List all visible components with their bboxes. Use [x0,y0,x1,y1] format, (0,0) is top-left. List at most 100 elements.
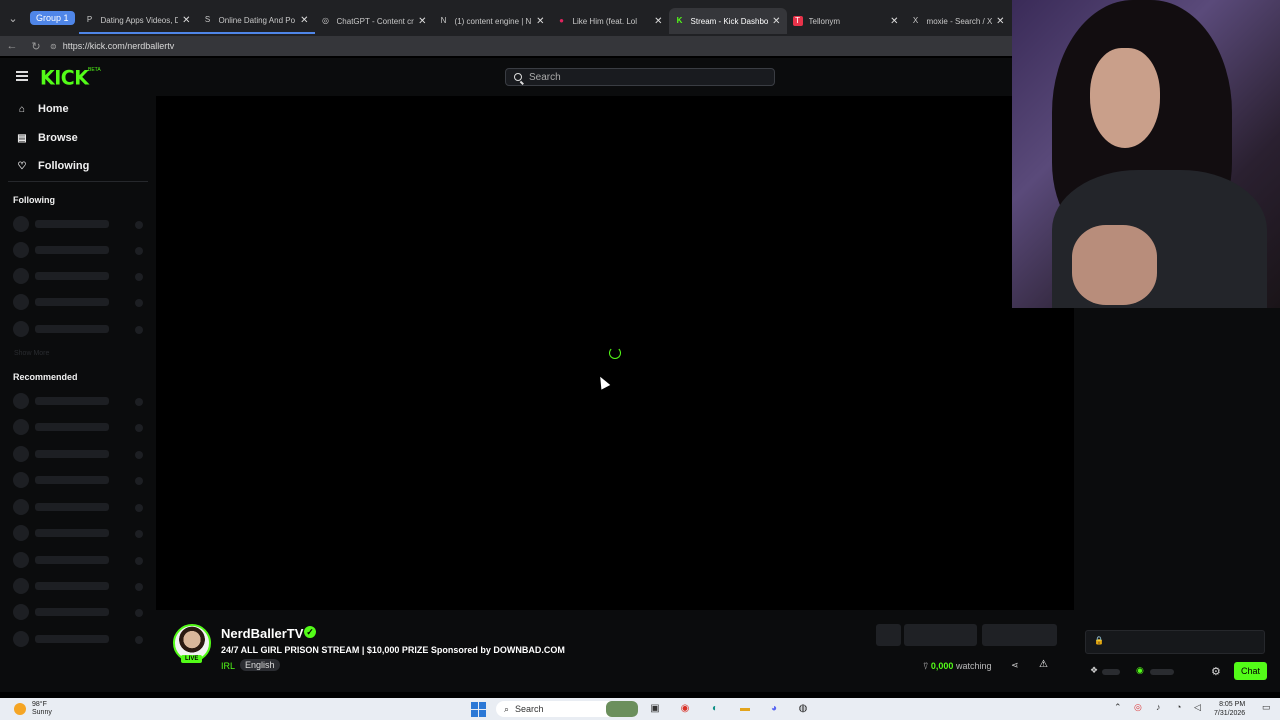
browser-tab[interactable]: N (1) content engine | N ✕ [433,8,551,34]
browser-tab[interactable]: P Dating Apps Videos, D ✕ [78,8,197,34]
sidebar-divider [8,181,148,182]
close-tab-icon[interactable]: ✕ [996,16,1004,27]
chat-input[interactable]: 🔒 [1085,630,1265,654]
category-link[interactable]: IRL [221,661,235,671]
emote-icon[interactable]: ❖ [1090,665,1098,677]
heart-icon: ♡ [17,160,27,172]
close-tab-icon[interactable]: ✕ [772,16,780,27]
discord-icon[interactable]: ◕ [766,701,782,717]
home-icon: ⌂ [18,103,26,115]
tab-favicon-icon: ● [559,16,564,25]
tab-title: Online Dating And Po [218,15,296,25]
close-tab-icon[interactable]: ✕ [300,15,308,26]
back-icon[interactable]: ← [0,40,24,52]
edge-icon[interactable]: ◐ [707,701,723,717]
task-view-icon[interactable]: ▣ [647,701,663,717]
show-more-link[interactable]: Show More [14,350,49,357]
chrome-icon[interactable]: ◉ [677,701,693,717]
kick-favicon-icon: K [676,16,683,25]
sidebar-item-home[interactable]: ⌂ Home [16,103,69,115]
language-tag[interactable]: English [240,659,280,671]
kick-points-icon[interactable]: ◉ [1136,665,1144,677]
channel-skeleton [13,242,148,258]
reload-icon[interactable]: ↻ [24,40,48,53]
stream-info-bar: LIVE NerdBallerTV ✓ 24/7 ALL GIRL PRISON… [156,610,1074,692]
sun-icon [14,703,26,715]
video-player[interactable] [156,96,1074,610]
browser-tab[interactable]: ● Like Him (feat. Lol ✕ [551,8,669,34]
windows-start-icon[interactable] [470,701,486,717]
tab-group-chip[interactable]: Group 1 [30,11,75,25]
channel-skeleton [13,499,148,515]
network-icon[interactable]: ◔ [1176,702,1181,712]
mouse-cursor-icon [595,374,611,390]
tray-app-icon[interactable]: ◎ [1134,702,1142,713]
channel-skeleton [13,578,148,594]
site-info-icon[interactable]: ⊜ [50,42,57,51]
webcam-overlay [1012,0,1280,308]
notification-icon[interactable]: ▭ [1262,702,1271,713]
browser-tab[interactable]: ◎ ChatGPT - Content cre ✕ [315,8,433,34]
kick-logo[interactable]: KICK [40,66,89,89]
sidebar-item-label: Home [38,103,69,115]
sidebar-item-following[interactable]: ♡ Following [16,160,90,172]
channel-skeleton [13,446,148,462]
browser-tab-active[interactable]: K Stream - Kick Dashboa ✕ [668,8,787,34]
tray-chevron-icon[interactable]: ⌃ [1114,702,1122,713]
stream-title: 24/7 ALL GIRL PRISON STREAM | $10,000 PR… [221,645,565,655]
sidebar-item-browse[interactable]: ▤ Browse [16,132,78,144]
subscribe-button-placeholder[interactable] [982,624,1057,646]
channel-skeleton [13,631,148,647]
search-placeholder: Search [529,71,561,83]
microphone-icon[interactable]: ♪ [1156,702,1161,712]
sidebar-item-label: Following [38,160,90,172]
tab-title: (1) content engine | N [454,16,532,26]
chat-send-button[interactable]: Chat [1234,662,1267,680]
search-input[interactable]: Search [505,68,775,86]
menu-icon[interactable] [16,71,28,81]
close-tab-icon[interactable]: ✕ [182,15,190,26]
clock-time: 8:05 PM [1219,701,1246,708]
follow-button-placeholder[interactable] [904,624,977,646]
report-icon[interactable]: ⚠ [1039,659,1048,670]
file-explorer-icon[interactable]: ▬ [737,701,753,717]
weather-widget[interactable]: 98°F Sunny [14,701,52,717]
weather-temp: 98°F [32,701,47,708]
tab-search-icon[interactable]: ⌄ [0,0,26,36]
channel-skeleton [13,525,148,541]
chat-settings-gear-icon[interactable]: ⚙ [1211,665,1221,678]
tab-title: moxie - Search / X [926,16,993,26]
browser-tab[interactable]: Xmoxie - Search / X ✕ [905,8,1011,34]
volume-icon[interactable]: ◁ [1194,702,1201,713]
chat-panel: 🔒 ❖ ◉ ⚙ Chat [1074,308,1280,692]
action-button-placeholder[interactable] [876,624,901,646]
viewer-count-value: 0,000 [930,661,954,671]
close-tab-icon[interactable]: ✕ [890,16,898,27]
tab-title: Like Him (feat. Lol [572,16,637,26]
close-tab-icon[interactable]: ✕ [654,16,662,27]
browser-tab[interactable]: T Tellonym ✕ [787,8,905,34]
close-tab-icon[interactable]: ✕ [418,16,426,27]
system-clock[interactable]: 8:05 PM 7/31/2026 [1214,700,1245,718]
tab-title: Stream - Kick Dashboa [690,16,769,26]
sidebar-item-label: Browse [38,132,78,144]
clock-date: 7/31/2026 [1214,710,1246,717]
viewer-count: ⍢ 0,000 watching [923,661,991,672]
channel-skeleton [13,216,148,232]
streamer-name[interactable]: NerdBallerTV [221,626,303,641]
url-field[interactable]: ⊜ https://kick.com/nerdballertv [50,41,174,51]
obs-icon[interactable]: ◍ [795,701,811,717]
site-header: KICK BETA Search [0,58,1012,96]
webcam-hand [1072,225,1157,305]
weather-condition: Sunny [32,709,52,716]
browser-tab[interactable]: S Online Dating And Po ✕ [196,8,315,34]
share-icon[interactable]: ⋖ [1011,660,1019,671]
browser-tab-bar: ⌄ Group 1 P Dating Apps Videos, D ✕ S Onlin… [0,0,1012,36]
beta-label: BETA [88,67,101,73]
taskbar-search-label: Search [515,704,544,714]
url-text: https://kick.com/nerdballertv [62,41,175,51]
close-tab-icon[interactable]: ✕ [536,16,544,27]
chat-placeholder [1102,669,1120,675]
live-badge: LIVE [181,655,203,663]
tab-favicon-icon: T [792,16,803,26]
